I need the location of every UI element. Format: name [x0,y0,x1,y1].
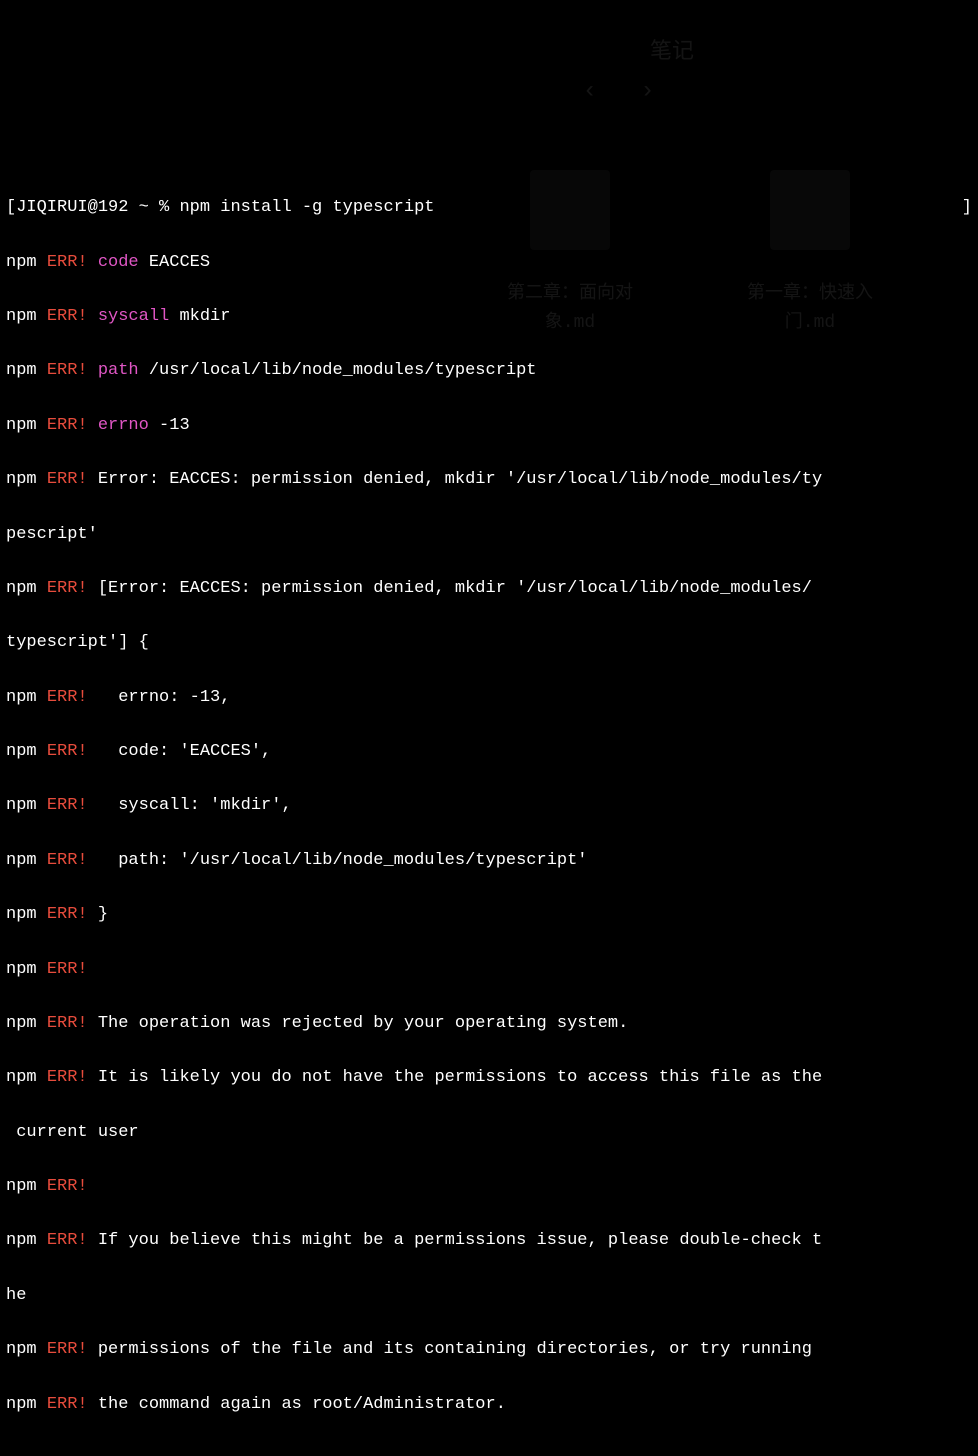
error-line-bracket: npm ERR! [Error: EACCES: permission deni… [6,575,972,602]
error-line-likely-cont: current user [6,1119,972,1146]
error-line-empty1: npm ERR! [6,956,972,983]
prompt-line: [JIQIRUI@192 ~ % npm install -g typescri… [6,194,972,221]
prompt-symbol: % [159,198,169,217]
key-path: path [98,361,139,380]
finder-window-title: 笔记 [650,35,694,70]
error-line-likely: npm ERR! It is likely you do not have th… [6,1064,972,1091]
prompt-open-bracket: [ [6,198,16,217]
error-bracket-text: [Error: EACCES: permission denied, mkdir… [98,579,812,598]
error-line-close-brace: npm ERR! } [6,901,972,928]
error-line-code: npm ERR! code EACCES [6,249,972,276]
value-path: /usr/local/lib/node_modules/typescript [149,361,537,380]
error-line-main-cont: pescript' [6,521,972,548]
terminal-output[interactable]: [JIQIRUI@192 ~ % npm install -g typescri… [6,167,972,1456]
error-line-path: npm ERR! path /usr/local/lib/node_module… [6,357,972,384]
key-code: code [98,253,139,272]
error-line-errno: npm ERR! errno -13 [6,412,972,439]
prompt-close-bracket: ] [962,194,972,221]
error-line-reject: npm ERR! The operation was rejected by y… [6,1010,972,1037]
key-errno: errno [98,416,149,435]
error-line-believe: npm ERR! If you believe this might be a … [6,1227,972,1254]
key-syscall: syscall [98,307,169,326]
prompt-path: ~ [139,198,149,217]
error-line-code-obj: npm ERR! code: 'EACCES', [6,738,972,765]
error-line-syscall-obj: npm ERR! syscall: 'mkdir', [6,792,972,819]
error-line-errno-obj: npm ERR! errno: -13, [6,684,972,711]
command-text: npm install -g typescript [179,198,434,217]
error-line-syscall: npm ERR! syscall mkdir [6,303,972,330]
error-line-believe-cont: he [6,1282,972,1309]
prompt-user-host: JIQIRUI@192 [16,198,128,217]
npm-label: npm [6,253,37,272]
error-line-bracket-cont: typescript'] { [6,629,972,656]
error-line-root: npm ERR! the command again as root/Admin… [6,1391,972,1418]
value-syscall: mkdir [179,307,230,326]
error-line-perm: npm ERR! permissions of the file and its… [6,1336,972,1363]
err-label: ERR! [47,253,88,272]
error-line-path-obj: npm ERR! path: '/usr/local/lib/node_modu… [6,847,972,874]
value-code: EACCES [149,253,210,272]
error-line-blank [6,1445,972,1456]
value-errno: -13 [159,416,190,435]
error-line-main: npm ERR! Error: EACCES: permission denie… [6,466,972,493]
error-line-empty2: npm ERR! [6,1173,972,1200]
finder-nav-arrows: ‹ › [525,35,655,150]
error-main-text: Error: EACCES: permission denied, mkdir … [98,470,822,489]
